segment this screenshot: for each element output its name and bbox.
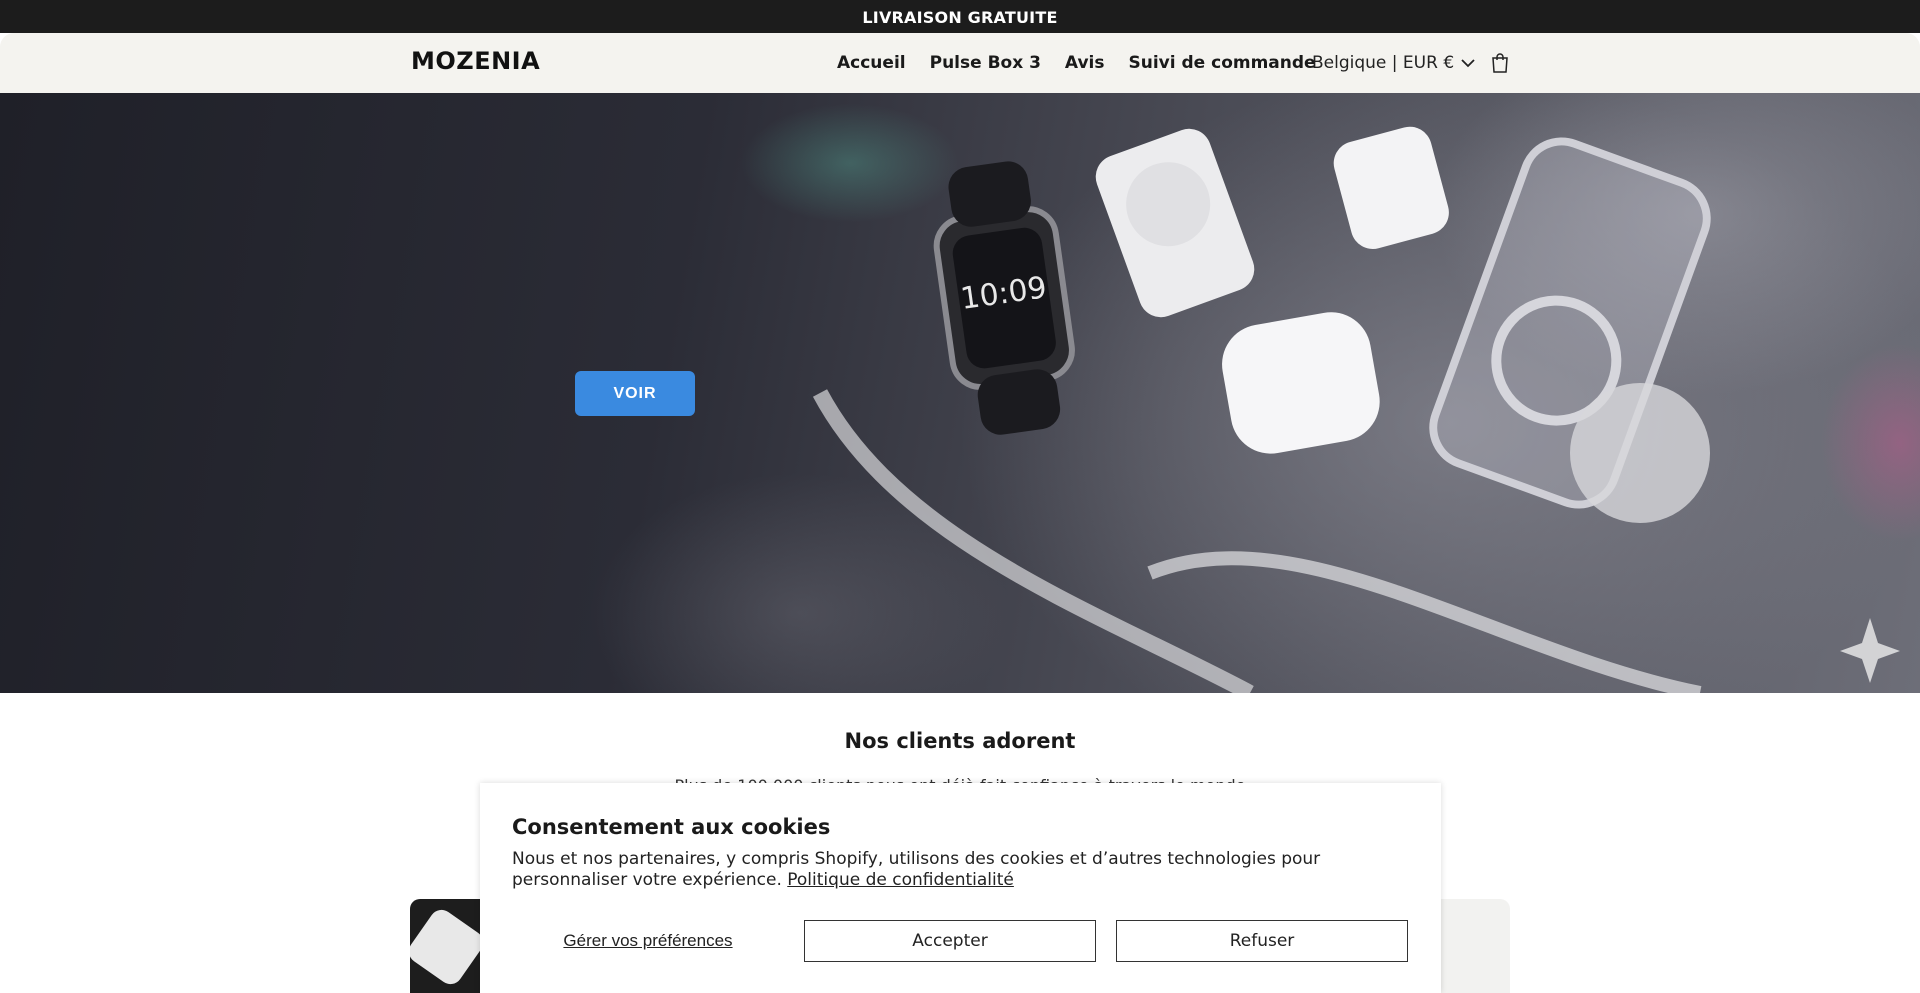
cookie-actions: Gérer vos préférences Accepter Refuser [512, 920, 1409, 962]
product-card[interactable] [1440, 899, 1510, 993]
manage-preferences-button[interactable]: Gérer vos préférences [512, 920, 784, 962]
cookie-title: Consentement aux cookies [512, 815, 831, 839]
product-card[interactable] [410, 899, 480, 993]
product-image [410, 905, 480, 989]
locale-label: Belgique | EUR € [1312, 53, 1455, 73]
cookie-consent-banner: Consentement aux cookies Nous et nos par… [480, 783, 1441, 993]
main-nav: Accueil Pulse Box 3 Avis Suivi de comman… [837, 33, 1316, 93]
announcement-text: LIVRAISON GRATUITE [862, 8, 1058, 27]
airpods-image [1222, 312, 1380, 454]
cart-icon[interactable] [1488, 51, 1512, 75]
locale-selector[interactable]: Belgique | EUR € [1312, 33, 1476, 93]
accept-button[interactable]: Accepter [804, 920, 1096, 962]
nav-item-accueil[interactable]: Accueil [837, 53, 906, 73]
watch-image: 10:09 [933, 161, 1075, 435]
cookie-text: Nous et nos partenaires, y compris Shopi… [512, 849, 1412, 891]
nav-item-avis[interactable]: Avis [1065, 53, 1105, 73]
site-header: MOZENIA Accueil Pulse Box 3 Avis Suivi d… [0, 33, 1920, 93]
hero-cta-button[interactable]: VOIR [575, 371, 695, 416]
hero-products-image: 10:09 [812, 126, 1900, 693]
logo[interactable]: MOZENIA [411, 47, 540, 75]
charger-image [1333, 126, 1449, 249]
announcement-bar: LIVRAISON GRATUITE [0, 0, 1920, 33]
reviews-title: Nos clients adorent [844, 729, 1076, 753]
powerbank-image [1095, 128, 1255, 318]
hero-banner: 10:09 VOIR [0, 93, 1920, 693]
chevron-down-icon [1461, 59, 1475, 68]
privacy-policy-link[interactable]: Politique de confidentialité [787, 870, 1014, 890]
refuse-button[interactable]: Refuser [1116, 920, 1408, 962]
sparkle-icon [1840, 618, 1900, 683]
nav-item-suivi[interactable]: Suivi de commande [1129, 53, 1316, 73]
nav-item-pulse-box[interactable]: Pulse Box 3 [930, 53, 1041, 73]
